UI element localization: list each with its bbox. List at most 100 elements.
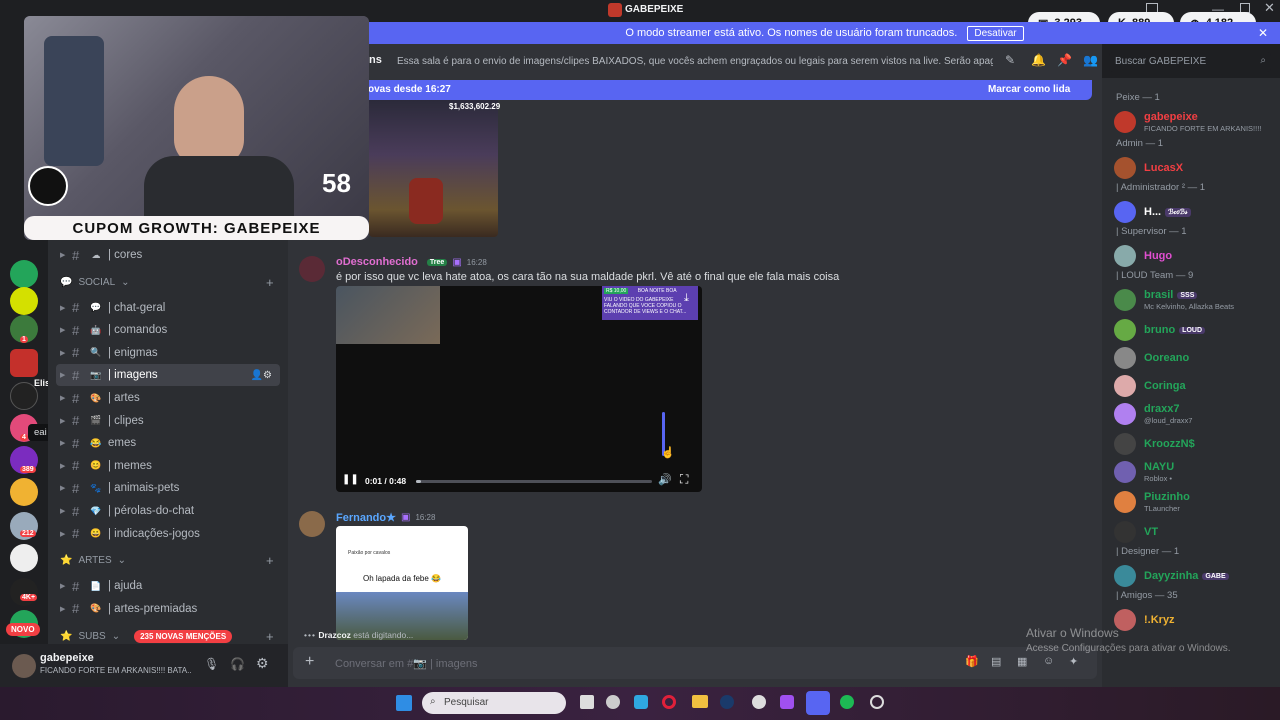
app-icon[interactable]: [606, 695, 620, 709]
member-item[interactable]: !.Kryz: [1112, 606, 1276, 634]
discord-icon[interactable]: [806, 691, 830, 715]
app-icon[interactable]: [752, 695, 766, 709]
channel-item[interactable]: ▶ # 🎨 | artes: [56, 387, 280, 409]
video-player[interactable]: R$ 10,00 BOA NOITE BOA VIU O VIDEO DO GA…: [336, 286, 702, 492]
settings-icon[interactable]: ⚙: [256, 655, 269, 672]
close-banner-icon[interactable]: ✕: [1258, 26, 1268, 40]
search-input[interactable]: Buscar GABEPEIXE ⌕: [1109, 52, 1271, 72]
channel-category[interactable]: ⭐ SUBS ⌄ 235 NOVAS MENÇÕES +: [60, 629, 274, 644]
avatar[interactable]: [12, 654, 36, 678]
server-icon[interactable]: [10, 478, 38, 506]
member-item[interactable]: gabepeixe FICANDO FORTE EM ARKANIS!!!!: [1112, 108, 1276, 136]
download-icon[interactable]: ⤓: [684, 292, 689, 305]
avatar[interactable]: [299, 256, 325, 282]
threads-icon[interactable]: ✎: [1005, 53, 1015, 67]
role-header: | Administrador ² — 1: [1116, 182, 1206, 193]
channel-item[interactable]: ▶ # 💬 | chat-geral: [56, 297, 280, 319]
new-badge: NOVO: [6, 623, 40, 636]
channel-item[interactable]: ▶ # 💎 | pérolas-do-chat: [56, 500, 280, 522]
image-attachment[interactable]: $1,633,602.29: [369, 100, 500, 237]
server-icon[interactable]: [10, 349, 38, 377]
chevron-right-icon: ▶: [60, 530, 66, 538]
server-icon[interactable]: [10, 260, 38, 288]
channel-item[interactable]: ▶ # 🎨 | artes-premiadas: [56, 598, 280, 620]
message-author[interactable]: Fernando★: [336, 511, 396, 524]
channel-topic[interactable]: Essa sala é para o envio de imagens/clip…: [397, 56, 993, 67]
obs-icon[interactable]: [870, 695, 884, 709]
member-item[interactable]: Ooreano: [1112, 344, 1276, 372]
add-channel-icon[interactable]: +: [266, 629, 274, 644]
channel-settings-icon[interactable]: 👤⚙: [251, 370, 272, 381]
mark-read-button[interactable]: Marcar como lida: [988, 84, 1070, 95]
member-item[interactable]: brasil SSS Mc Kelvinho, Allazka Beats: [1112, 286, 1276, 314]
apps-icon[interactable]: ✦: [1069, 655, 1078, 668]
member-name: KroozzN$: [1144, 438, 1195, 450]
member-item[interactable]: Dayyzinha GABE: [1112, 562, 1276, 590]
video-progress-bar[interactable]: [416, 480, 652, 483]
microphone-icon[interactable]: 🎙: [204, 657, 219, 671]
headphones-icon[interactable]: 🎧: [230, 657, 245, 671]
channel-name: ns: [369, 54, 382, 66]
volume-icon[interactable]: 🔊: [658, 473, 672, 486]
avatar[interactable]: [299, 511, 325, 537]
channel-item[interactable]: ▶ # 📄 | ajuda: [56, 575, 280, 597]
server-icon[interactable]: [10, 544, 38, 572]
channel-item[interactable]: ▶ # 🔍 | enigmas: [56, 342, 280, 364]
channel-category[interactable]: 💬 SOCIAL ⌄ +: [60, 275, 274, 290]
member-item[interactable]: Hugo: [1112, 242, 1276, 270]
members-icon[interactable]: 👥: [1083, 53, 1098, 67]
add-attachment-icon[interactable]: +: [305, 653, 314, 671]
folder-icon[interactable]: [692, 695, 708, 708]
hash-icon: #: [72, 435, 80, 451]
taskbar-search[interactable]: ⌕ Pesquisar: [422, 692, 566, 714]
start-icon[interactable]: [396, 695, 412, 711]
message-composer[interactable]: + Conversar em #📷 | imagens 🎁 ▤ ▦ ☺ ✦: [293, 647, 1097, 679]
opera-icon[interactable]: [662, 695, 676, 709]
channel-item[interactable]: ▶ # 🐾 | animais-pets: [56, 477, 280, 499]
channel-name: | memes: [108, 459, 152, 472]
pin-icon[interactable]: 📌: [1057, 53, 1072, 67]
bell-icon[interactable]: 🔔: [1031, 53, 1046, 67]
gift-icon[interactable]: 🎁: [965, 655, 979, 668]
channel-item[interactable]: ▶ # 😂 emes: [56, 432, 280, 454]
channel-item[interactable]: ▶ # 🎬 | clipes: [56, 410, 280, 432]
pause-icon[interactable]: ❚❚: [342, 474, 359, 485]
add-channel-icon[interactable]: +: [266, 553, 274, 568]
member-item[interactable]: NAYU Roblox •: [1112, 458, 1276, 486]
channel-item[interactable]: ▶ # 😊 | memes: [56, 455, 280, 477]
mentions-badge[interactable]: 235 NOVAS MENÇÕES: [134, 630, 233, 644]
add-channel-icon[interactable]: +: [266, 275, 274, 290]
spotify-icon[interactable]: [840, 695, 854, 709]
member-item[interactable]: H... ℬ𝒸𝑜ℬ𝓈: [1112, 198, 1276, 226]
channel-item[interactable]: ▶ # 🤖 | comandos: [56, 319, 280, 341]
member-item[interactable]: Coringa: [1112, 372, 1276, 400]
close-window-button[interactable]: ✕: [1264, 0, 1275, 16]
channel-category[interactable]: ⭐ ARTES ⌄ +: [60, 553, 274, 568]
image-attachment[interactable]: Paixão por cavalos Oh lapada da febe 😂: [336, 526, 468, 640]
channel-item[interactable]: ▶ # 😀 | indicações-jogos: [56, 523, 280, 545]
channel-item[interactable]: ▶ # ☁ | cores: [56, 244, 280, 266]
member-item[interactable]: LucasX: [1112, 154, 1276, 182]
member-item[interactable]: bruno LOUD: [1112, 316, 1276, 344]
chevron-right-icon: ▶: [60, 417, 66, 425]
app-icon[interactable]: [634, 695, 648, 709]
hash-icon: #: [72, 345, 80, 361]
member-item[interactable]: VT: [1112, 518, 1276, 546]
steam-icon[interactable]: [720, 695, 734, 709]
member-item[interactable]: KroozzN$: [1112, 430, 1276, 458]
disable-streamer-button[interactable]: Desativar: [967, 25, 1024, 41]
fullscreen-icon[interactable]: ⛶: [680, 472, 688, 487]
member-item[interactable]: Piuzinho TLauncher: [1112, 488, 1276, 516]
member-name: VT: [1144, 526, 1159, 538]
app-icon[interactable]: [780, 695, 794, 709]
channel-item[interactable]: ▶ # 📷 | imagens 👤⚙: [56, 364, 280, 387]
sticker-icon[interactable]: ▦: [1017, 655, 1027, 668]
server-icon[interactable]: [10, 287, 38, 315]
gif-icon[interactable]: ▤: [991, 655, 1001, 668]
task-view-icon[interactable]: [580, 695, 594, 709]
emoji-icon[interactable]: ☺: [1043, 655, 1054, 667]
new-messages-bar[interactable]: ovas desde 16:27 Marcar como lida: [288, 80, 1092, 100]
message-author[interactable]: oDesconhecido: [336, 256, 418, 268]
member-item[interactable]: draxx7 @loud_draxx7: [1112, 400, 1276, 428]
server-icon[interactable]: [10, 578, 38, 606]
